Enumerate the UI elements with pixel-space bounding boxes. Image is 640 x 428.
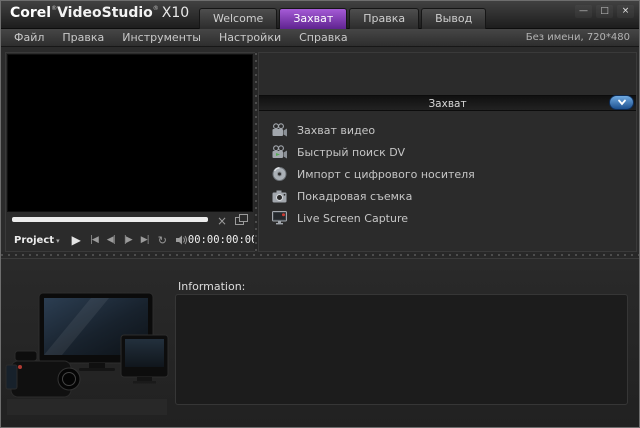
- chevron-down-icon: ▾: [56, 237, 60, 245]
- playback-mode-dropdown[interactable]: Project▾: [14, 235, 60, 246]
- next-frame-button[interactable]: |▶: [124, 235, 132, 245]
- capture-option-label: Live Screen Capture: [297, 212, 408, 225]
- reg-mark: ®: [153, 5, 159, 12]
- tab-share[interactable]: Вывод: [421, 8, 486, 29]
- capture-option-label: Захват видео: [297, 124, 375, 137]
- player-panel: × Project▾ ▶ |◀ ◀| |▶ ▶| ↻ 00:00:00:00 ▲…: [6, 53, 254, 251]
- capture-video-icon: [271, 122, 288, 139]
- preview-edit-icons: ×: [217, 211, 248, 230]
- import-digital-media-icon: [271, 166, 288, 183]
- splitter-grip-dots: [1, 254, 639, 256]
- app-window: Corel®VideoStudio®X10 Welcome Захват Пра…: [0, 0, 640, 428]
- tab-capture[interactable]: Захват: [279, 8, 347, 29]
- stop-motion-icon: [271, 188, 288, 205]
- play-button[interactable]: ▶: [72, 233, 81, 247]
- enlarge-preview-icon[interactable]: [235, 211, 248, 230]
- trim-bar[interactable]: [12, 217, 208, 222]
- end-button[interactable]: ▶|: [141, 235, 149, 245]
- dv-quick-scan-option[interactable]: Быстрый поиск DV: [271, 141, 630, 163]
- capture-option-label: Быстрый поиск DV: [297, 146, 405, 159]
- volume-icon[interactable]: [176, 235, 188, 245]
- splitter-grip-dots: [255, 53, 257, 251]
- tab-edit[interactable]: Правка: [349, 8, 419, 29]
- capture-options-list: Захват видео Быстрый поиск DV Импорт с ц…: [271, 119, 630, 229]
- menu-bar: Файл Правка Инструменты Настройки Справк…: [1, 29, 639, 47]
- capture-panel: Захват Захват видео Быстрый поиск DV: [259, 53, 636, 251]
- title-bar: Corel®VideoStudio®X10 Welcome Захват Пра…: [1, 1, 639, 29]
- transport-controls: Project▾ ▶ |◀ ◀| |▶ ▶| ↻ 00:00:00:00 ▲ ▼: [6, 229, 254, 251]
- menu-file[interactable]: Файл: [5, 31, 53, 44]
- menu-tools[interactable]: Инструменты: [113, 31, 210, 44]
- menu-edit[interactable]: Правка: [53, 31, 113, 44]
- panel-collapse-button[interactable]: [609, 95, 634, 110]
- capture-option-label: Покадровая съемка: [297, 190, 412, 203]
- app-logo: Corel®VideoStudio®X10: [10, 5, 189, 21]
- split-clip-icon[interactable]: ×: [217, 214, 227, 228]
- chevron-down-icon: [615, 97, 629, 108]
- repeat-button[interactable]: ↻: [158, 234, 167, 247]
- logo-product: VideoStudio: [57, 5, 153, 21]
- capture-option-label: Импорт с цифрового носителя: [297, 168, 475, 181]
- preview-screen: [7, 54, 253, 212]
- information-box: [175, 294, 628, 405]
- product-artwork: [5, 291, 171, 423]
- import-digital-media-option[interactable]: Импорт с цифрового носителя: [271, 163, 630, 185]
- live-screen-capture-icon: [271, 210, 288, 227]
- menu-settings[interactable]: Настройки: [210, 31, 290, 44]
- home-button[interactable]: |◀: [90, 235, 98, 245]
- previous-frame-button[interactable]: ◀|: [107, 235, 115, 245]
- information-label: Information:: [178, 280, 245, 293]
- stop-motion-option[interactable]: Покадровая съемка: [271, 185, 630, 207]
- tab-welcome[interactable]: Welcome: [199, 8, 277, 29]
- window-controls: — □ ×: [575, 5, 634, 18]
- capture-video-option[interactable]: Захват видео: [271, 119, 630, 141]
- dv-quick-scan-icon: [271, 144, 288, 161]
- close-button[interactable]: ×: [617, 5, 634, 18]
- information-panel: Information:: [1, 258, 639, 427]
- capture-panel-header: Захват: [259, 95, 636, 111]
- logo-brand: Corel: [10, 5, 51, 21]
- menu-help[interactable]: Справка: [290, 31, 356, 44]
- logo-version: X10: [162, 5, 189, 21]
- timecode-display: 00:00:00:00: [188, 234, 258, 246]
- live-screen-capture-option[interactable]: Live Screen Capture: [271, 207, 630, 229]
- playback-mode-label: Project: [14, 235, 54, 246]
- minimize-button[interactable]: —: [575, 5, 592, 18]
- maximize-button[interactable]: □: [596, 5, 613, 18]
- project-info-text: Без имени, 720*480: [526, 32, 639, 43]
- workspace-tabs: Welcome Захват Правка Вывод: [199, 8, 486, 29]
